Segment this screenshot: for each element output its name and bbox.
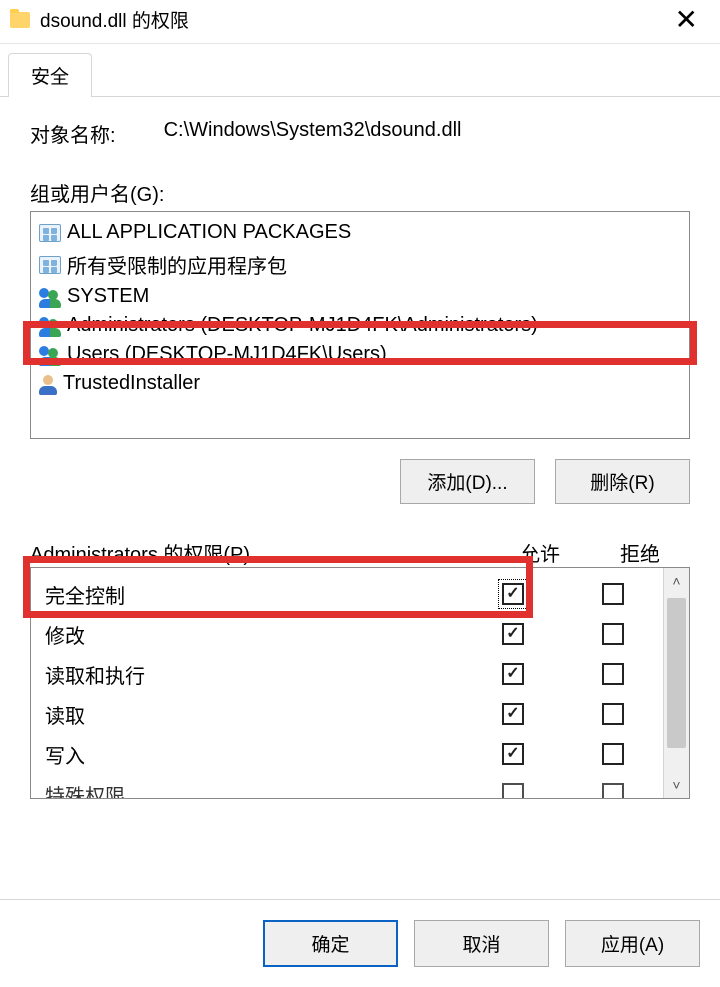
list-item-label: Administrators (DESKTOP-MJ1D4FK\Administ… [67,314,538,337]
tab-security[interactable]: 安全 [8,53,92,97]
permissions-scroll-area: 完全控制 修改 读取和执行 读取 [31,568,663,798]
allow-checkbox[interactable] [502,743,524,765]
object-label: 对象名称: [30,119,116,148]
permission-row: 完全控制 [45,574,663,614]
deny-checkbox[interactable] [602,623,624,645]
deny-column-header: 拒绝 [590,538,690,567]
permission-row: 修改 [45,614,663,654]
ok-button[interactable]: 确定 [263,920,398,967]
list-item-label: TrustedInstaller [63,372,200,395]
group-buttons: 添加(D)... 删除(R) [30,459,690,504]
list-item[interactable]: TrustedInstaller [31,369,689,398]
allow-checkbox[interactable] [502,703,524,725]
window-title: dsound.dll 的权限 [40,6,189,33]
permission-name: 读取和执行 [45,660,463,689]
list-item-label: Users (DESKTOP-MJ1D4FK\Users) [67,343,387,366]
scrollbar[interactable]: ˄ ˅ [663,568,689,798]
allow-column-header: 允许 [490,538,590,567]
users-icon [39,346,61,364]
scroll-thumb[interactable] [667,598,686,748]
list-item[interactable]: SYSTEM [31,282,689,311]
package-icon [39,256,61,274]
titlebar: dsound.dll 的权限 ✕ [0,0,720,44]
apply-button[interactable]: 应用(A) [565,920,700,967]
dialog-footer: 确定 取消 应用(A) [0,899,720,987]
allow-checkbox[interactable] [502,583,524,605]
permissions-for-label: Administrators 的权限(P) [30,538,490,567]
deny-checkbox[interactable] [602,783,624,798]
groups-listbox[interactable]: ALL APPLICATION PACKAGES 所有受限制的应用程序包 SYS… [30,211,690,439]
scroll-down-icon[interactable]: ˅ [664,772,689,798]
allow-checkbox[interactable] [502,663,524,685]
list-item-label: ALL APPLICATION PACKAGES [67,221,351,244]
tab-content: 对象名称: C:\Windows\System32\dsound.dll 组或用… [0,96,720,899]
groups-label: 组或用户名(G): [30,178,690,207]
permission-name: 完全控制 [45,580,463,609]
deny-checkbox[interactable] [602,583,624,605]
folder-icon [10,12,30,28]
list-item-label: SYSTEM [67,285,149,308]
permission-name: 写入 [45,740,463,769]
object-row: 对象名称: C:\Windows\System32\dsound.dll [30,119,690,148]
permissions-listbox: 完全控制 修改 读取和执行 读取 [30,567,690,799]
permissions-dialog: dsound.dll 的权限 ✕ 安全 对象名称: C:\Windows\Sys… [0,0,720,987]
allow-checkbox[interactable] [502,783,524,798]
person-icon [39,375,57,393]
permission-row: 读取和执行 [45,654,663,694]
cancel-button[interactable]: 取消 [414,920,549,967]
package-icon [39,224,61,242]
list-item-label: 所有受限制的应用程序包 [67,250,287,279]
permission-row: 写入 [45,734,663,774]
permission-row: 读取 [45,694,663,734]
permissions-header: Administrators 的权限(P) 允许 拒绝 [30,538,690,567]
list-item[interactable]: ALL APPLICATION PACKAGES [31,218,689,247]
deny-checkbox[interactable] [602,703,624,725]
deny-checkbox[interactable] [602,743,624,765]
scroll-up-icon[interactable]: ˄ [664,568,689,594]
object-path: C:\Windows\System32\dsound.dll [164,119,462,148]
tab-strip: 安全 [0,52,720,96]
permission-name: 读取 [45,700,463,729]
list-item[interactable]: 所有受限制的应用程序包 [31,247,689,282]
list-item-administrators[interactable]: Administrators (DESKTOP-MJ1D4FK\Administ… [31,311,689,340]
allow-checkbox[interactable] [502,623,524,645]
titlebar-left: dsound.dll 的权限 [10,6,189,33]
users-icon [39,317,61,335]
permission-name: 修改 [45,620,463,649]
remove-button[interactable]: 删除(R) [555,459,690,504]
permission-name: 特殊权限 [45,780,463,799]
users-icon [39,288,61,306]
deny-checkbox[interactable] [602,663,624,685]
list-item[interactable]: Users (DESKTOP-MJ1D4FK\Users) [31,340,689,369]
close-button[interactable]: ✕ [665,7,708,33]
add-button[interactable]: 添加(D)... [400,459,535,504]
permission-row: 特殊权限 [45,774,663,798]
